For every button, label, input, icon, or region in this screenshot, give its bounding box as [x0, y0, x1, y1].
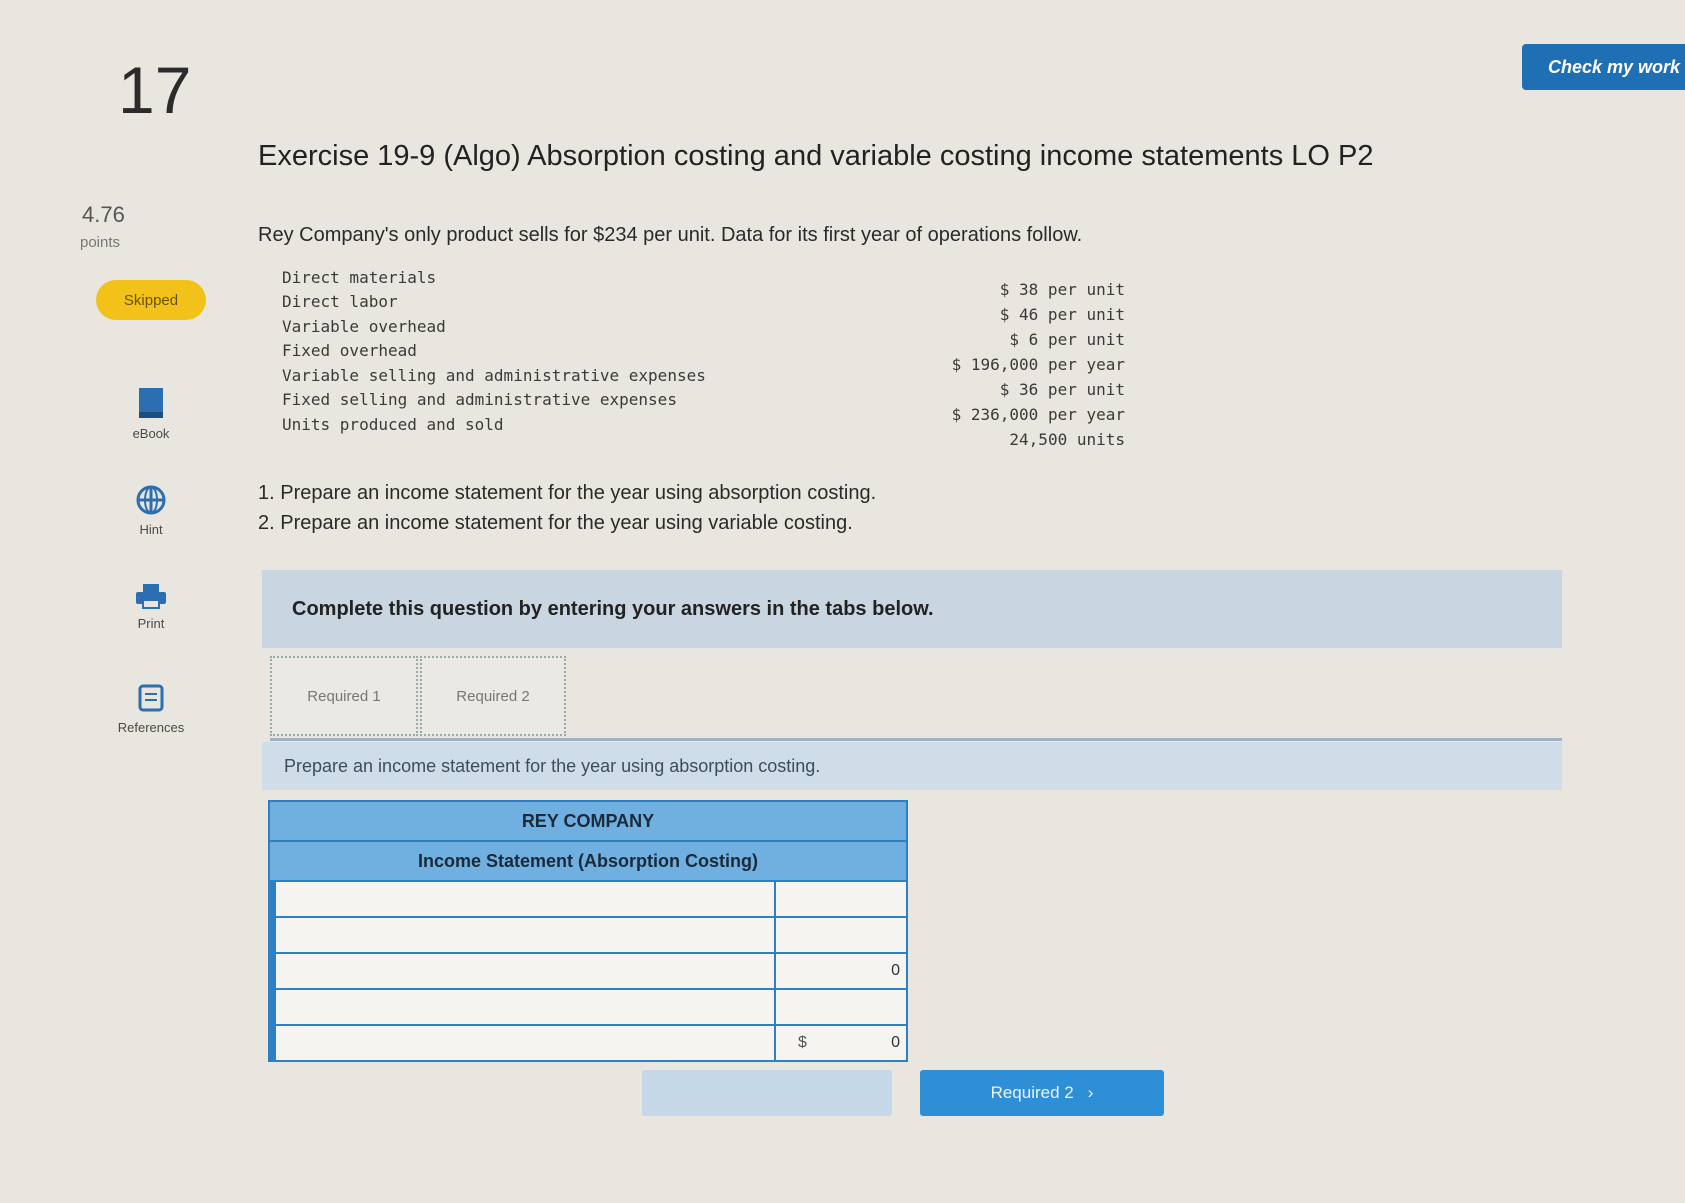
- data-value: $ 38 per unit: [999, 280, 1125, 299]
- data-value: $ 196,000 per year: [951, 355, 1125, 374]
- instruction-item: 1. Prepare an income statement for the y…: [258, 482, 877, 504]
- tab-required-1[interactable]: Required 1: [270, 656, 418, 736]
- printer-icon: [136, 584, 166, 609]
- data-label: Fixed overhead: [282, 341, 417, 360]
- data-label: Units produced and sold: [282, 415, 504, 434]
- ebook-label: eBook: [132, 426, 170, 441]
- panel-prompt: Prepare an income statement for the year…: [262, 742, 1562, 790]
- amount-input[interactable]: [776, 990, 906, 1024]
- amount-value: 0: [891, 1034, 900, 1051]
- ebook-button[interactable]: eBook: [86, 386, 216, 441]
- statement-company: REY COMPANY: [270, 802, 906, 842]
- print-button[interactable]: Print: [86, 582, 216, 631]
- globe-icon: [136, 485, 166, 515]
- label-input[interactable]: [270, 882, 776, 916]
- print-label: Print: [137, 616, 165, 631]
- previous-button[interactable]: [642, 1070, 892, 1116]
- points-label: points: [80, 234, 121, 251]
- data-value: $ 46 per unit: [999, 305, 1125, 324]
- data-value: $ 6 per unit: [1009, 330, 1125, 349]
- next-required-2-button[interactable]: Required 2 ›: [920, 1070, 1164, 1116]
- hint-button[interactable]: Hint: [86, 484, 216, 537]
- tab-divider: [270, 738, 1562, 741]
- points-value: 4.76: [82, 202, 125, 227]
- data-value: 24,500 units: [1009, 430, 1125, 449]
- label-input[interactable]: [270, 954, 776, 988]
- data-label: Direct materials: [282, 268, 437, 287]
- label-input[interactable]: [270, 1026, 776, 1060]
- data-label: Variable selling and administrative expe…: [282, 366, 706, 385]
- status-badge: Skipped: [96, 280, 206, 320]
- references-icon: [138, 684, 164, 712]
- label-input[interactable]: [270, 990, 776, 1024]
- statement-title: Income Statement (Absorption Costing): [270, 842, 906, 882]
- table-row: $ 0: [270, 1026, 906, 1060]
- table-row: [270, 882, 906, 918]
- exercise-title: Exercise 19-9 (Algo) Absorption costing …: [258, 140, 1374, 172]
- references-label: References: [117, 720, 185, 735]
- question-number: 17: [118, 53, 192, 127]
- data-value: $ 236,000 per year: [951, 405, 1125, 424]
- data-label: Variable overhead: [282, 317, 446, 336]
- amount-input[interactable]: $ 0: [776, 1026, 906, 1060]
- data-value: $ 36 per unit: [999, 380, 1125, 399]
- amount-value: 0: [891, 962, 900, 979]
- tab-required-2[interactable]: Required 2: [420, 656, 566, 736]
- instructions: 1. Prepare an income statement for the y…: [258, 478, 876, 538]
- table-row: 0: [270, 954, 906, 990]
- chevron-right-icon: ›: [1087, 1083, 1094, 1102]
- check-my-work-button[interactable]: Check my work: [1522, 44, 1685, 90]
- income-statement-table: REY COMPANY Income Statement (Absorption…: [268, 800, 908, 1062]
- currency-symbol: $: [798, 1034, 807, 1051]
- references-button[interactable]: References: [86, 682, 216, 735]
- label-input[interactable]: [270, 918, 776, 952]
- hint-label: Hint: [139, 522, 163, 537]
- table-row: [270, 990, 906, 1026]
- exercise-intro: Rey Company's only product sells for $23…: [258, 224, 1083, 246]
- amount-input[interactable]: [776, 918, 906, 952]
- book-icon: [139, 388, 163, 418]
- amount-input[interactable]: [776, 882, 906, 916]
- next-label: Required 2: [990, 1083, 1074, 1102]
- amount-input[interactable]: 0: [776, 954, 906, 988]
- table-row: [270, 918, 906, 954]
- instruction-item: 2. Prepare an income statement for the y…: [258, 512, 853, 534]
- complete-banner: Complete this question by entering your …: [262, 570, 1562, 648]
- data-label: Direct labor: [282, 292, 398, 311]
- data-label: Fixed selling and administrative expense…: [282, 390, 677, 409]
